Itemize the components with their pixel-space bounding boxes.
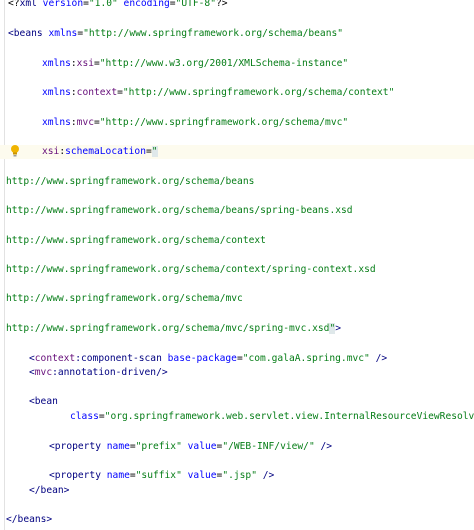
- code-token: http://www.springframework.org/schema/mv…: [6, 323, 330, 334]
- code-token: "suffix": [135, 470, 188, 481]
- code-token: "UTF-8": [175, 0, 216, 9]
- code-line[interactable]: http://www.springframework.org/schema/be…: [0, 204, 474, 218]
- code-token: version: [42, 0, 84, 9]
- code-line[interactable]: <context:component-scan base-package="co…: [0, 352, 474, 366]
- code-token: <property: [49, 470, 107, 481]
- code-token: xml: [19, 0, 43, 9]
- code-line[interactable]: http://www.springframework.org/schema/be…: [0, 175, 474, 189]
- code-token: :annotation-driven/>: [52, 367, 168, 378]
- code-token: ".jsp": [222, 470, 257, 481]
- code-line[interactable]: </bean>: [0, 484, 474, 498]
- code-token: </beans>: [6, 514, 53, 525]
- code-token: xmlns: [42, 87, 71, 98]
- code-token: xmlns: [42, 58, 71, 69]
- code-token: value: [187, 441, 217, 452]
- code-token: schemaLocation: [65, 146, 146, 157]
- code-token: <bean: [29, 396, 58, 407]
- code-token: "http://www.springframework.org/schema/m…: [99, 117, 349, 128]
- code-line[interactable]: http://www.springframework.org/schema/mv…: [0, 292, 474, 306]
- code-line[interactable]: xmlns:mvc="http://www.springframework.or…: [0, 116, 474, 130]
- code-token: ?>: [215, 0, 228, 9]
- code-token: http://www.springframework.org/schema/co…: [6, 264, 376, 275]
- code-line[interactable]: <mvc:annotation-driven/>: [0, 366, 474, 380]
- code-token: />: [369, 353, 388, 364]
- code-token: xsi: [76, 58, 94, 69]
- code-token: "http://www.springframework.org/schema/b…: [83, 28, 344, 39]
- code-line[interactable]: http://www.springframework.org/schema/co…: [0, 234, 474, 248]
- code-token: "org.springframework.web.servlet.view.In…: [104, 411, 474, 422]
- code-token: context: [34, 353, 76, 364]
- code-editor[interactable]: <?xml version="1.0" encoding="UTF-8"?> <…: [0, 0, 474, 530]
- code-token: =: [145, 146, 152, 157]
- code-token: name: [106, 441, 130, 452]
- code-token: xmlns: [48, 28, 78, 39]
- code-line-current[interactable]: xsi:schemaLocation=": [0, 145, 474, 159]
- code-token: class: [70, 411, 99, 422]
- code-token: "http://www.w3.org/2001/XMLSchema-instan…: [99, 58, 349, 69]
- code-token: "/WEB-INF/view/": [222, 441, 315, 452]
- code-token: />: [256, 470, 275, 481]
- code-token: </bean>: [29, 485, 70, 496]
- code-token: http://www.springframework.org/schema/be…: [6, 205, 353, 216]
- code-line[interactable]: </beans>: [0, 513, 474, 527]
- code-token: <property: [49, 441, 107, 452]
- code-line[interactable]: <property name="suffix" value=".jsp" />: [0, 469, 474, 483]
- code-token: "com.galaA.spring.mvc": [242, 353, 370, 364]
- lightbulb-icon[interactable]: [8, 144, 24, 158]
- code-token: xmlns: [42, 117, 71, 128]
- code-token: />: [314, 441, 333, 452]
- code-token: :component-scan: [75, 353, 168, 364]
- code-token: mvc: [34, 367, 53, 378]
- code-line[interactable]: <bean: [0, 395, 474, 409]
- code-token: "prefix": [135, 441, 188, 452]
- code-line[interactable]: http://www.springframework.org/schema/mv…: [0, 322, 474, 336]
- code-line[interactable]: http://www.springframework.org/schema/co…: [0, 263, 474, 277]
- code-token: "http://www.springframework.org/schema/c…: [122, 87, 395, 98]
- code-line[interactable]: xmlns:xsi="http://www.w3.org/2001/XMLSch…: [0, 57, 474, 71]
- code-line[interactable]: <?xml version="1.0" encoding="UTF-8"?>: [0, 0, 474, 11]
- code-line[interactable]: <property name="prefix" value="/WEB-INF/…: [0, 440, 474, 454]
- code-line[interactable]: <beans xmlns="http://www.springframework…: [0, 27, 474, 41]
- code-token: <beans: [8, 28, 49, 39]
- code-token: http://www.springframework.org/schema/mv…: [6, 293, 243, 304]
- code-token: base-package: [167, 353, 237, 364]
- code-token: >: [335, 323, 342, 334]
- code-token: <?: [8, 0, 20, 9]
- code-token: name: [106, 470, 130, 481]
- code-token: http://www.springframework.org/schema/co…: [6, 235, 266, 246]
- code-line[interactable]: xmlns:context="http://www.springframewor…: [0, 86, 474, 100]
- code-token: encoding: [123, 0, 170, 9]
- code-token: mvc: [76, 117, 94, 128]
- code-token: "1.0": [88, 0, 124, 9]
- code-token: http://www.springframework.org/schema/be…: [6, 176, 255, 187]
- code-token: xsi: [42, 146, 60, 157]
- code-line[interactable]: class="org.springframework.web.servlet.v…: [0, 410, 474, 424]
- code-token: context: [76, 87, 118, 98]
- code-token: ": [151, 146, 158, 157]
- code-token: value: [187, 470, 217, 481]
